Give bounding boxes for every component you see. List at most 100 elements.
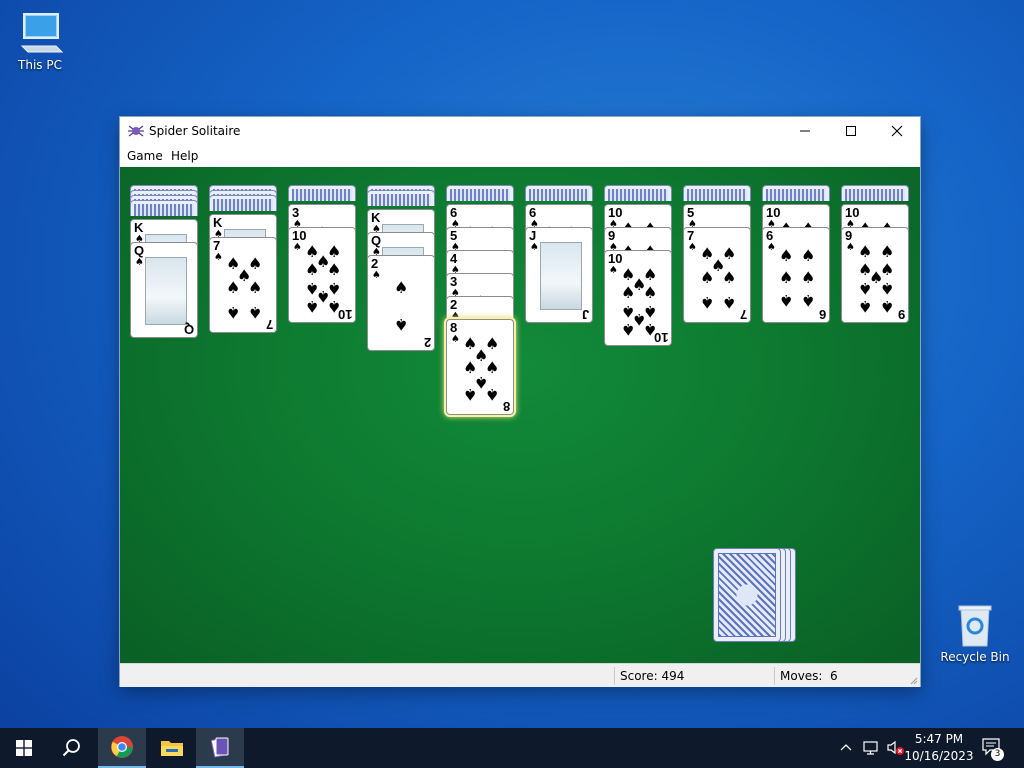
clock-time[interactable]: 5:47 PM — [904, 732, 974, 746]
spider-icon — [128, 123, 144, 139]
spade-icon: ♠ — [293, 242, 302, 253]
card-rank: 6 — [450, 205, 458, 220]
title-bar[interactable]: Spider Solitaire — [120, 117, 920, 145]
playing-card-spades[interactable]: 2 ♠ ♠ ♠ 2 — [367, 255, 435, 351]
card-back-pattern — [718, 553, 776, 637]
spade-icon: ♠ — [451, 334, 460, 345]
show-hidden-icons-chevron-icon[interactable] — [840, 742, 852, 752]
spade-pip-icon: ♠ — [880, 279, 895, 298]
card-rank: 6 — [529, 205, 537, 220]
card-rank: 7 — [687, 228, 695, 243]
minimize-icon — [800, 130, 810, 132]
score-text: Score: 494 — [620, 669, 685, 683]
playing-card-spades[interactable]: 10 ♠ ♠ ♠ ♠ ♠ ♠ ♠ ♠ ♠ ♠ ♠ 10 — [604, 250, 672, 346]
spade-pip-icon: ♠ — [643, 283, 658, 302]
card-rank-bottom: 2 — [423, 335, 431, 350]
spade-icon: ♠ — [530, 242, 539, 253]
game-table[interactable]: K♠Q♠QK♠7♠♠♠♠♠♠♠♠73♠♠♠♠10♠♠♠♠♠♠♠♠♠♠♠10K♠Q… — [120, 167, 920, 663]
playing-card-spades[interactable]: 7 ♠ ♠ ♠ ♠ ♠ ♠ ♠ ♠ 7 — [683, 227, 751, 323]
spade-pip-icon: ♠ — [779, 268, 794, 287]
playing-card-spades[interactable]: J ♠ J — [525, 227, 593, 323]
spade-icon: ♠ — [767, 242, 776, 253]
face-down-card — [841, 185, 909, 201]
spade-pip-icon: ♠ — [801, 268, 816, 287]
face-down-card — [288, 185, 356, 201]
card-rank: 3 — [292, 205, 300, 220]
menu-help[interactable]: Help — [168, 149, 201, 163]
spade-pip-icon: ♠ — [880, 242, 895, 261]
spade-pip-icon: ♠ — [858, 242, 873, 261]
maximize-button[interactable] — [828, 117, 874, 145]
card-rank: K — [134, 220, 144, 235]
playing-card-spades[interactable]: Q ♠ Q — [130, 242, 198, 338]
card-rank-bottom: 10 — [653, 330, 668, 345]
playing-card-spades[interactable]: 8 ♠ ♠ ♠ ♠ ♠ ♠ ♠ ♠ ♠ 8 — [446, 319, 514, 415]
start-button[interactable] — [0, 728, 48, 768]
card-rank: 2 — [371, 256, 379, 271]
spade-icon: ♠ — [688, 242, 697, 253]
volume-muted-icon[interactable] — [886, 740, 906, 756]
menu-game[interactable]: Game — [124, 149, 166, 163]
stock-pile[interactable] — [713, 548, 801, 642]
card-rank-bottom: 10 — [337, 307, 352, 322]
card-rank: 10 — [608, 251, 623, 266]
window-title: Spider Solitaire — [149, 124, 241, 138]
face-down-card — [446, 185, 514, 201]
windows-logo-icon — [16, 740, 32, 756]
spade-pip-icon: ♠ — [801, 291, 816, 310]
card-rank: 10 — [766, 205, 781, 220]
spade-pip-icon: ♠ — [700, 268, 715, 287]
moves-label: Moves: — [780, 669, 823, 683]
close-button[interactable] — [874, 117, 920, 145]
spade-pip-icon: ♠ — [722, 293, 737, 312]
playing-card-spades[interactable]: 9 ♠ ♠ ♠ ♠ ♠ ♠ ♠ ♠ ♠ ♠ 9 — [841, 227, 909, 323]
desktop-icon-recycle-bin[interactable]: Recycle Bin — [937, 602, 1013, 664]
face-down-card — [130, 200, 198, 216]
desktop-icon-this-pc[interactable]: This PC — [2, 10, 78, 72]
card-rank: 5 — [450, 228, 458, 243]
spade-pip-icon: ♠ — [248, 303, 263, 322]
network-icon[interactable] — [862, 740, 880, 756]
card-rank: 9 — [845, 228, 853, 243]
stock-card-back[interactable] — [713, 548, 781, 642]
playing-card-spades[interactable]: 7 ♠ ♠ ♠ ♠ ♠ ♠ ♠ ♠ 7 — [209, 237, 277, 333]
card-rank: 5 — [687, 205, 695, 220]
card-rank: K — [213, 215, 223, 230]
card-rank: 10 — [845, 205, 860, 220]
search-button[interactable] — [48, 728, 96, 768]
computer-icon — [16, 10, 64, 54]
playing-card-spades[interactable]: 6 ♠ ♠ ♠ ♠ ♠ ♠ ♠ 6 — [762, 227, 830, 323]
spade-icon: ♠ — [609, 265, 618, 276]
spider-solitaire-taskbar-button[interactable] — [196, 728, 244, 768]
card-rank: J — [529, 228, 537, 243]
chrome-taskbar-button[interactable] — [98, 728, 146, 768]
spade-pip-icon: ♠ — [722, 268, 737, 287]
face-down-card — [683, 185, 751, 201]
maximize-icon — [846, 126, 856, 136]
resize-grip-icon[interactable] — [908, 675, 918, 685]
card-rank: 10 — [292, 228, 307, 243]
file-explorer-taskbar-button[interactable] — [148, 728, 196, 768]
spade-pip-icon: ♠ — [485, 385, 500, 404]
minimize-button[interactable] — [782, 117, 828, 145]
card-rank-bottom: 6 — [818, 307, 826, 322]
card-rank-bottom: J — [581, 307, 589, 322]
spade-pip-icon: ♠ — [463, 385, 478, 404]
card-rank: K — [371, 210, 381, 225]
spade-pip-icon: ♠ — [779, 246, 794, 265]
card-rank: Q — [371, 233, 382, 248]
search-icon — [62, 739, 80, 757]
card-rank-bottom: Q — [183, 322, 194, 337]
clock-date[interactable]: 10/16/2023 — [904, 749, 974, 763]
spade-icon: ♠ — [846, 242, 855, 253]
status-bar: Score: 494 Moves: 6 — [120, 663, 920, 687]
spade-pip-icon: ♠ — [305, 260, 320, 279]
spade-pip-icon: ♠ — [858, 297, 873, 316]
spade-pip-icon: ♠ — [394, 315, 409, 334]
card-rank: 6 — [766, 228, 774, 243]
spade-pip-icon: ♠ — [801, 246, 816, 265]
notification-center-button[interactable]: 3 — [982, 738, 1004, 761]
spade-icon: ♠ — [135, 257, 144, 268]
solitaire-cards-icon — [210, 737, 229, 758]
playing-card-spades[interactable]: 10 ♠ ♠ ♠ ♠ ♠ ♠ ♠ ♠ ♠ ♠ ♠ 10 — [288, 227, 356, 323]
